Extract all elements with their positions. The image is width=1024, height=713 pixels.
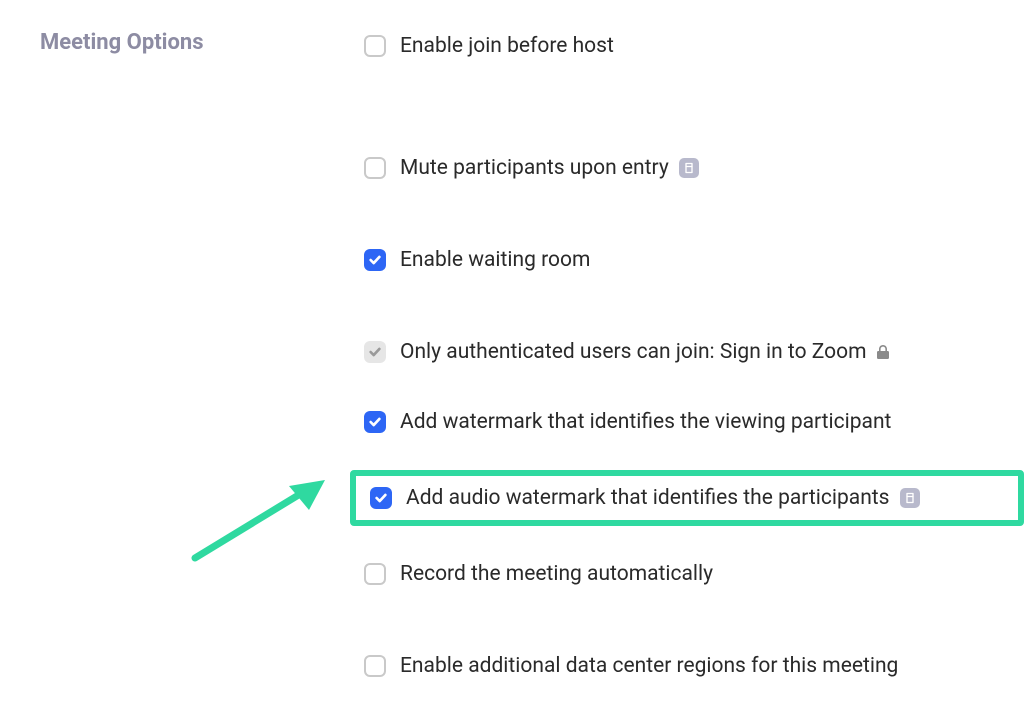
check-icon: [374, 491, 388, 505]
option-label: Enable additional data center regions fo…: [400, 654, 898, 678]
option-label: Only authenticated users can join: Sign …: [400, 340, 867, 364]
check-icon: [368, 415, 382, 429]
option-add-watermark[interactable]: Add watermark that identifies the viewin…: [350, 400, 1024, 444]
option-label: Record the meeting automatically: [400, 562, 713, 586]
checkbox-add-watermark[interactable]: [364, 411, 386, 433]
checkbox-enable-join-before-host[interactable]: [364, 35, 386, 57]
check-icon: [368, 253, 382, 267]
option-label: Add watermark that identifies the viewin…: [400, 410, 891, 434]
option-label: Enable join before host: [400, 34, 614, 58]
checkbox-data-center-regions[interactable]: [364, 655, 386, 677]
section-title: Meeting Options: [40, 24, 350, 704]
option-add-audio-watermark[interactable]: Add audio watermark that identifies the …: [350, 470, 1024, 526]
option-data-center-regions[interactable]: Enable additional data center regions fo…: [350, 644, 1024, 688]
option-label: Mute participants upon entry: [400, 156, 669, 180]
meeting-options-list: Enable join before host Mute participant…: [350, 24, 1024, 704]
option-label: Add audio watermark that identifies the …: [406, 486, 890, 510]
checkbox-record-automatically[interactable]: [364, 563, 386, 585]
option-authenticated-users: Only authenticated users can join: Sign …: [350, 330, 1024, 374]
info-icon[interactable]: [900, 488, 920, 508]
option-label: Enable waiting room: [400, 248, 590, 272]
option-mute-participants[interactable]: Mute participants upon entry: [350, 146, 1024, 190]
checkbox-add-audio-watermark[interactable]: [370, 487, 392, 509]
checkbox-authenticated-users: [364, 341, 386, 363]
checkbox-enable-waiting-room[interactable]: [364, 249, 386, 271]
option-enable-waiting-room[interactable]: Enable waiting room: [350, 238, 1024, 282]
lock-icon: [877, 345, 889, 359]
check-icon: [368, 345, 382, 359]
option-enable-join-before-host[interactable]: Enable join before host: [350, 24, 1024, 68]
option-record-automatically[interactable]: Record the meeting automatically: [350, 552, 1024, 596]
info-icon[interactable]: [679, 158, 699, 178]
checkbox-mute-participants[interactable]: [364, 157, 386, 179]
